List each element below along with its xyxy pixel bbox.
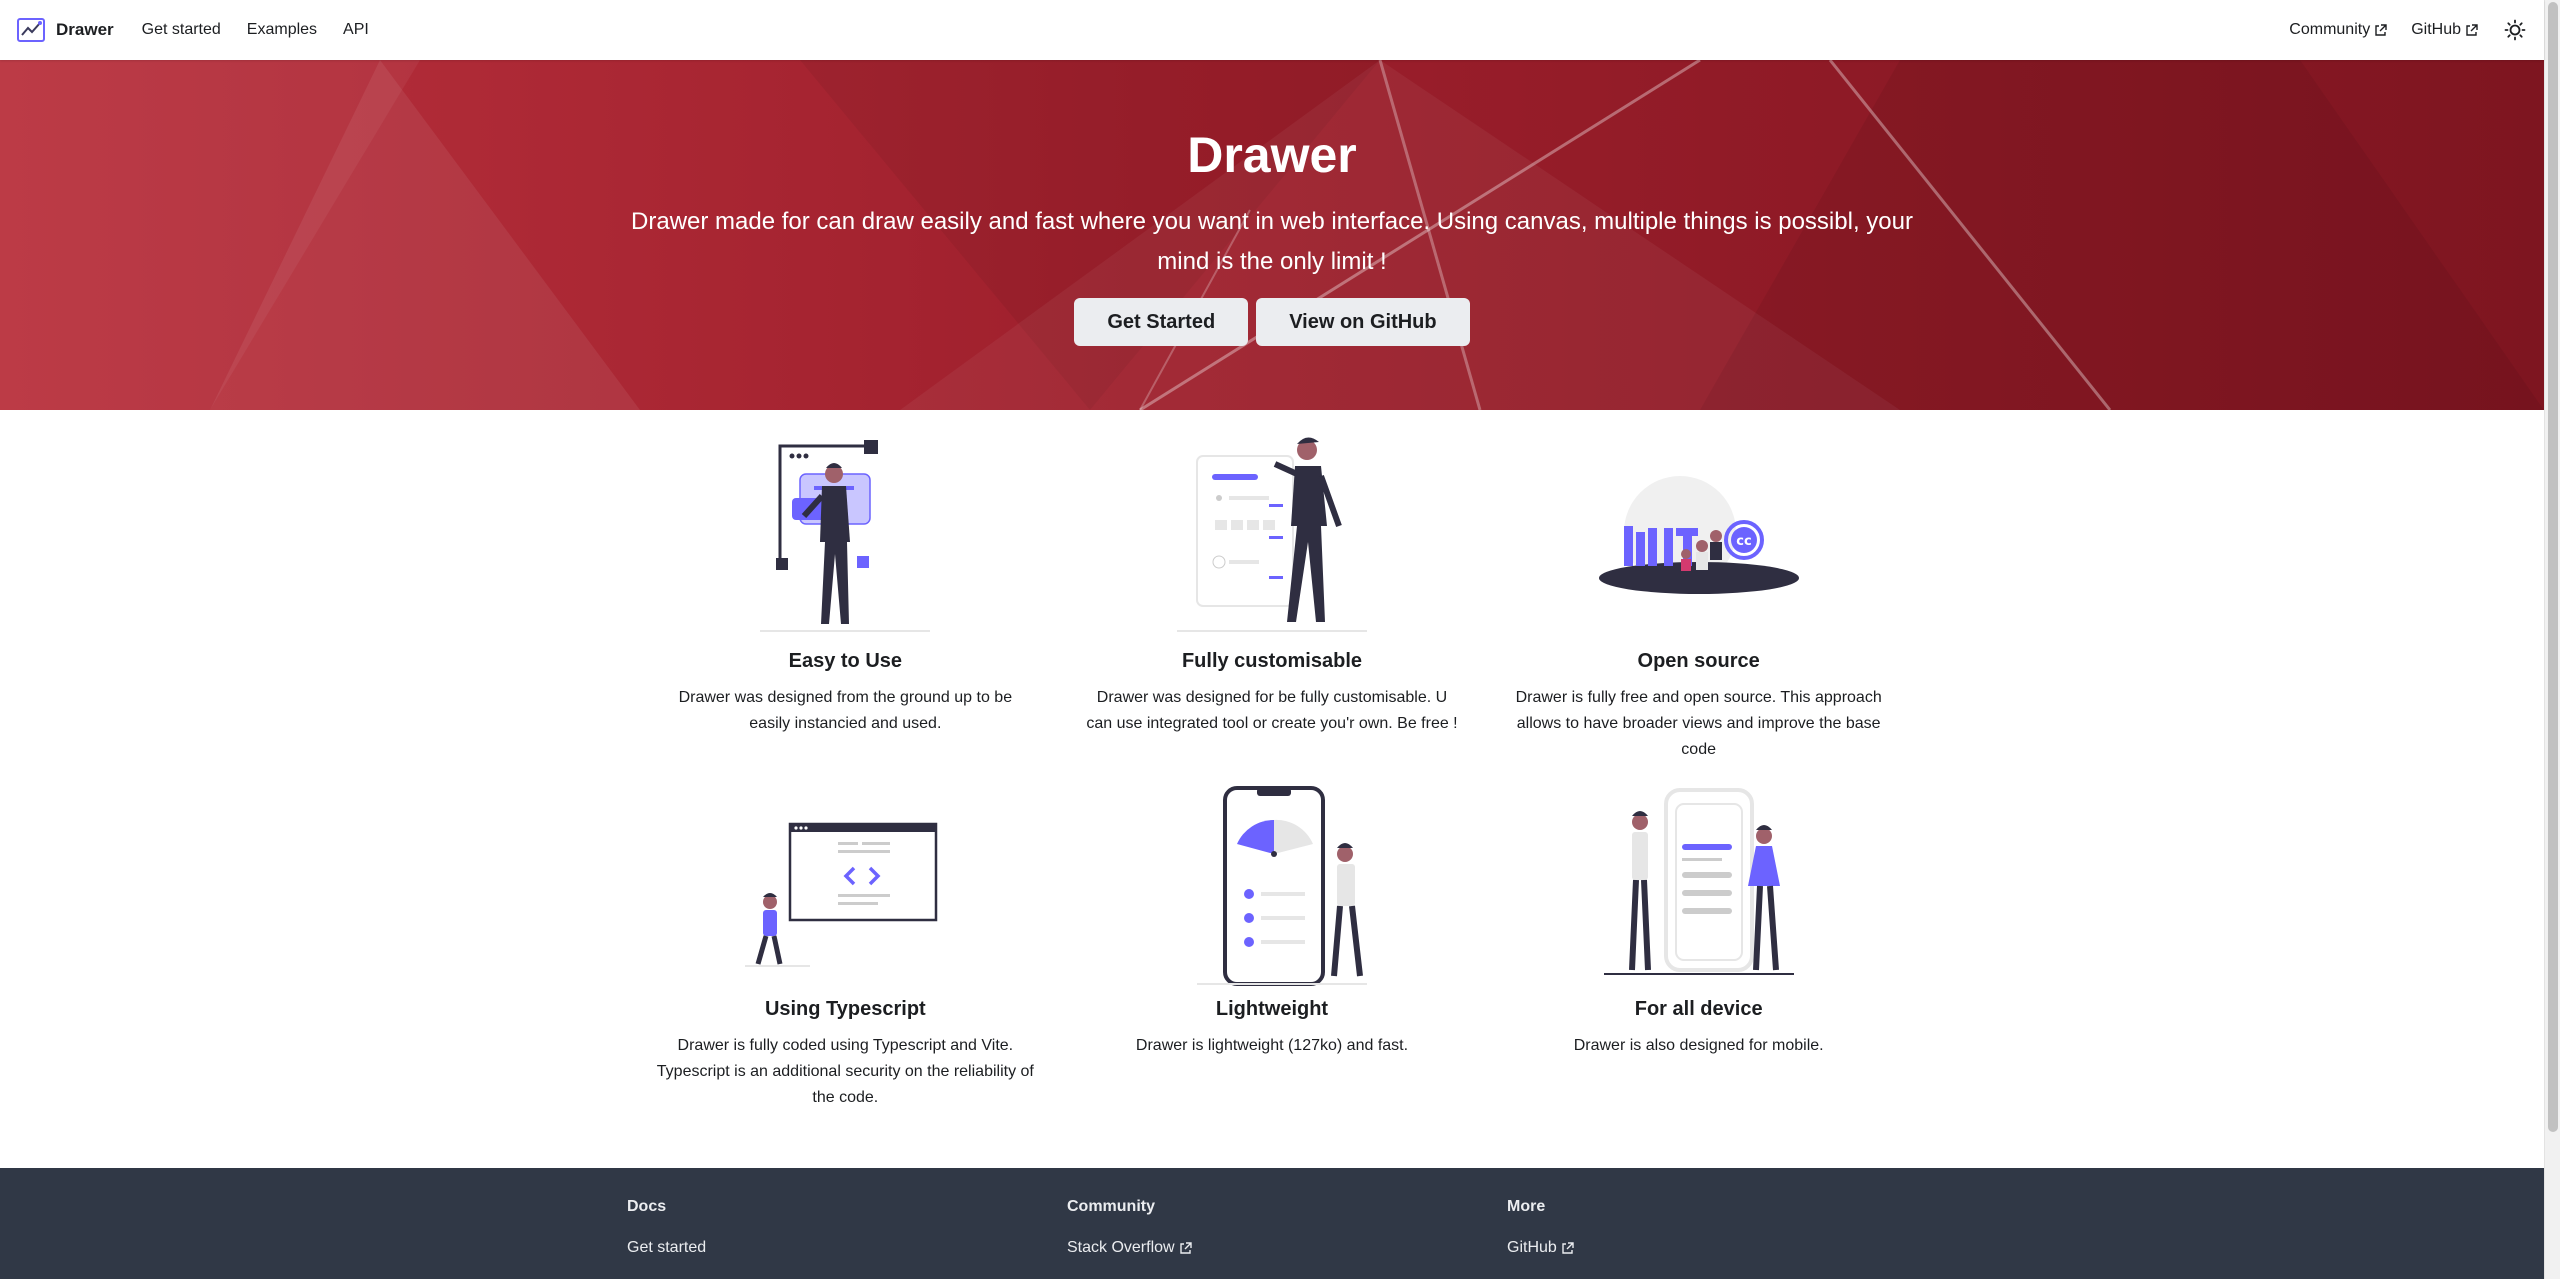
footer-title: Docs: [627, 1198, 667, 1215]
feature-card: cc Open source Drawer is fully free and …: [1485, 436, 1912, 770]
footer-link-label: Get started: [627, 1239, 707, 1256]
hero-banner: Drawer Drawer made for can draw easily a…: [0, 60, 2544, 410]
people-phone-illustration: [1603, 788, 1794, 975]
drawer-logo-icon: [17, 18, 45, 42]
brand-title: Drawer: [56, 20, 114, 39]
mit-cc-illustration: cc: [1598, 476, 1799, 594]
footer-link-get-started[interactable]: Get started: [627, 1239, 706, 1257]
brand-link[interactable]: Drawer: [16, 15, 114, 45]
feature-title: Easy to Use: [788, 650, 903, 672]
footer-link-label: GitHub: [1507, 1239, 1557, 1256]
get-started-button[interactable]: Get Started: [1074, 298, 1249, 346]
feature-description: Drawer is lightweight (127ko) and fast.: [1135, 1037, 1409, 1054]
feature-description: Drawer is also designed for mobile.: [1573, 1037, 1824, 1054]
nav-get-started[interactable]: Get started: [142, 21, 221, 39]
footer-link-stack-overflow[interactable]: Stack Overflow: [1067, 1239, 1192, 1257]
code-window-illustration: [745, 822, 938, 967]
view-on-github-button[interactable]: View on GitHub: [1256, 298, 1470, 346]
external-link-icon: [2375, 23, 2387, 36]
nav-community[interactable]: Community: [2289, 21, 2387, 39]
footer-col-more: More GitHub: [1507, 1198, 1574, 1257]
external-link-icon: [2466, 23, 2478, 36]
footer-col-docs: Docs Get started: [627, 1198, 706, 1257]
theme-toggle-button[interactable]: [2502, 17, 2528, 43]
hero-title: Drawer: [1187, 127, 1357, 183]
footer-col-community: Community Stack Overflow: [1067, 1198, 1192, 1257]
phone-gauge-illustration: [1196, 786, 1367, 986]
external-link-icon: [1562, 1241, 1574, 1254]
feature-title: Open source: [1637, 650, 1760, 672]
feature-card: Fully customisable Drawer was designed f…: [1059, 436, 1486, 770]
nav-examples[interactable]: Examples: [247, 21, 317, 39]
feature-card: Lightweight Drawer is lightweight (127ko…: [1059, 784, 1486, 1118]
person-dashboard-illustration: [760, 440, 931, 632]
nav-api[interactable]: API: [343, 21, 369, 39]
sun-icon: [2504, 19, 2526, 41]
nav-community-label: Community: [2289, 21, 2371, 38]
feature-card: Using Typescript Drawer is fully coded u…: [632, 784, 1059, 1118]
footer-title: More: [1507, 1198, 1546, 1215]
hero-buttons: Get Started View on GitHub: [0, 298, 2544, 346]
footer-title: Community: [1067, 1198, 1155, 1215]
feature-description: Drawer was designed from the ground up t…: [678, 689, 1013, 732]
hero-subtitle: Drawer made for can draw easily and fast…: [631, 208, 1913, 275]
feature-title: For all device: [1634, 998, 1763, 1020]
feature-description: Drawer is fully free and open source. Th…: [1515, 689, 1882, 758]
svg-text:cc: cc: [1736, 534, 1751, 549]
external-link-icon: [1179, 1241, 1192, 1254]
feature-card: Easy to Use Drawer was designed from the…: [632, 436, 1059, 770]
navbar: Drawer Get started Examples API Communit…: [0, 0, 2544, 60]
feature-title: Fully customisable: [1181, 650, 1363, 672]
page-scrollbar[interactable]: [2544, 0, 2560, 1279]
feature-description: Drawer was designed for be fully customi…: [1086, 689, 1458, 732]
feature-description: Drawer is fully coded using Typescript a…: [656, 1037, 1034, 1106]
footer: Docs Get started Community Stack Overflo…: [0, 1168, 2544, 1279]
features-grid: Easy to Use Drawer was designed from the…: [632, 436, 1912, 1118]
nav-github[interactable]: GitHub: [2411, 21, 2478, 39]
footer-link-github[interactable]: GitHub: [1507, 1239, 1574, 1257]
feature-title: Using Typescript: [764, 998, 926, 1020]
nav-github-label: GitHub: [2411, 21, 2461, 38]
footer-link-label: Stack Overflow: [1067, 1239, 1175, 1256]
person-form-illustration: [1176, 437, 1367, 632]
scrollbar-thumb[interactable]: [2548, 2, 2558, 1132]
feature-card: For all device Drawer is also designed f…: [1485, 784, 1912, 1118]
feature-title: Lightweight: [1215, 998, 1329, 1020]
